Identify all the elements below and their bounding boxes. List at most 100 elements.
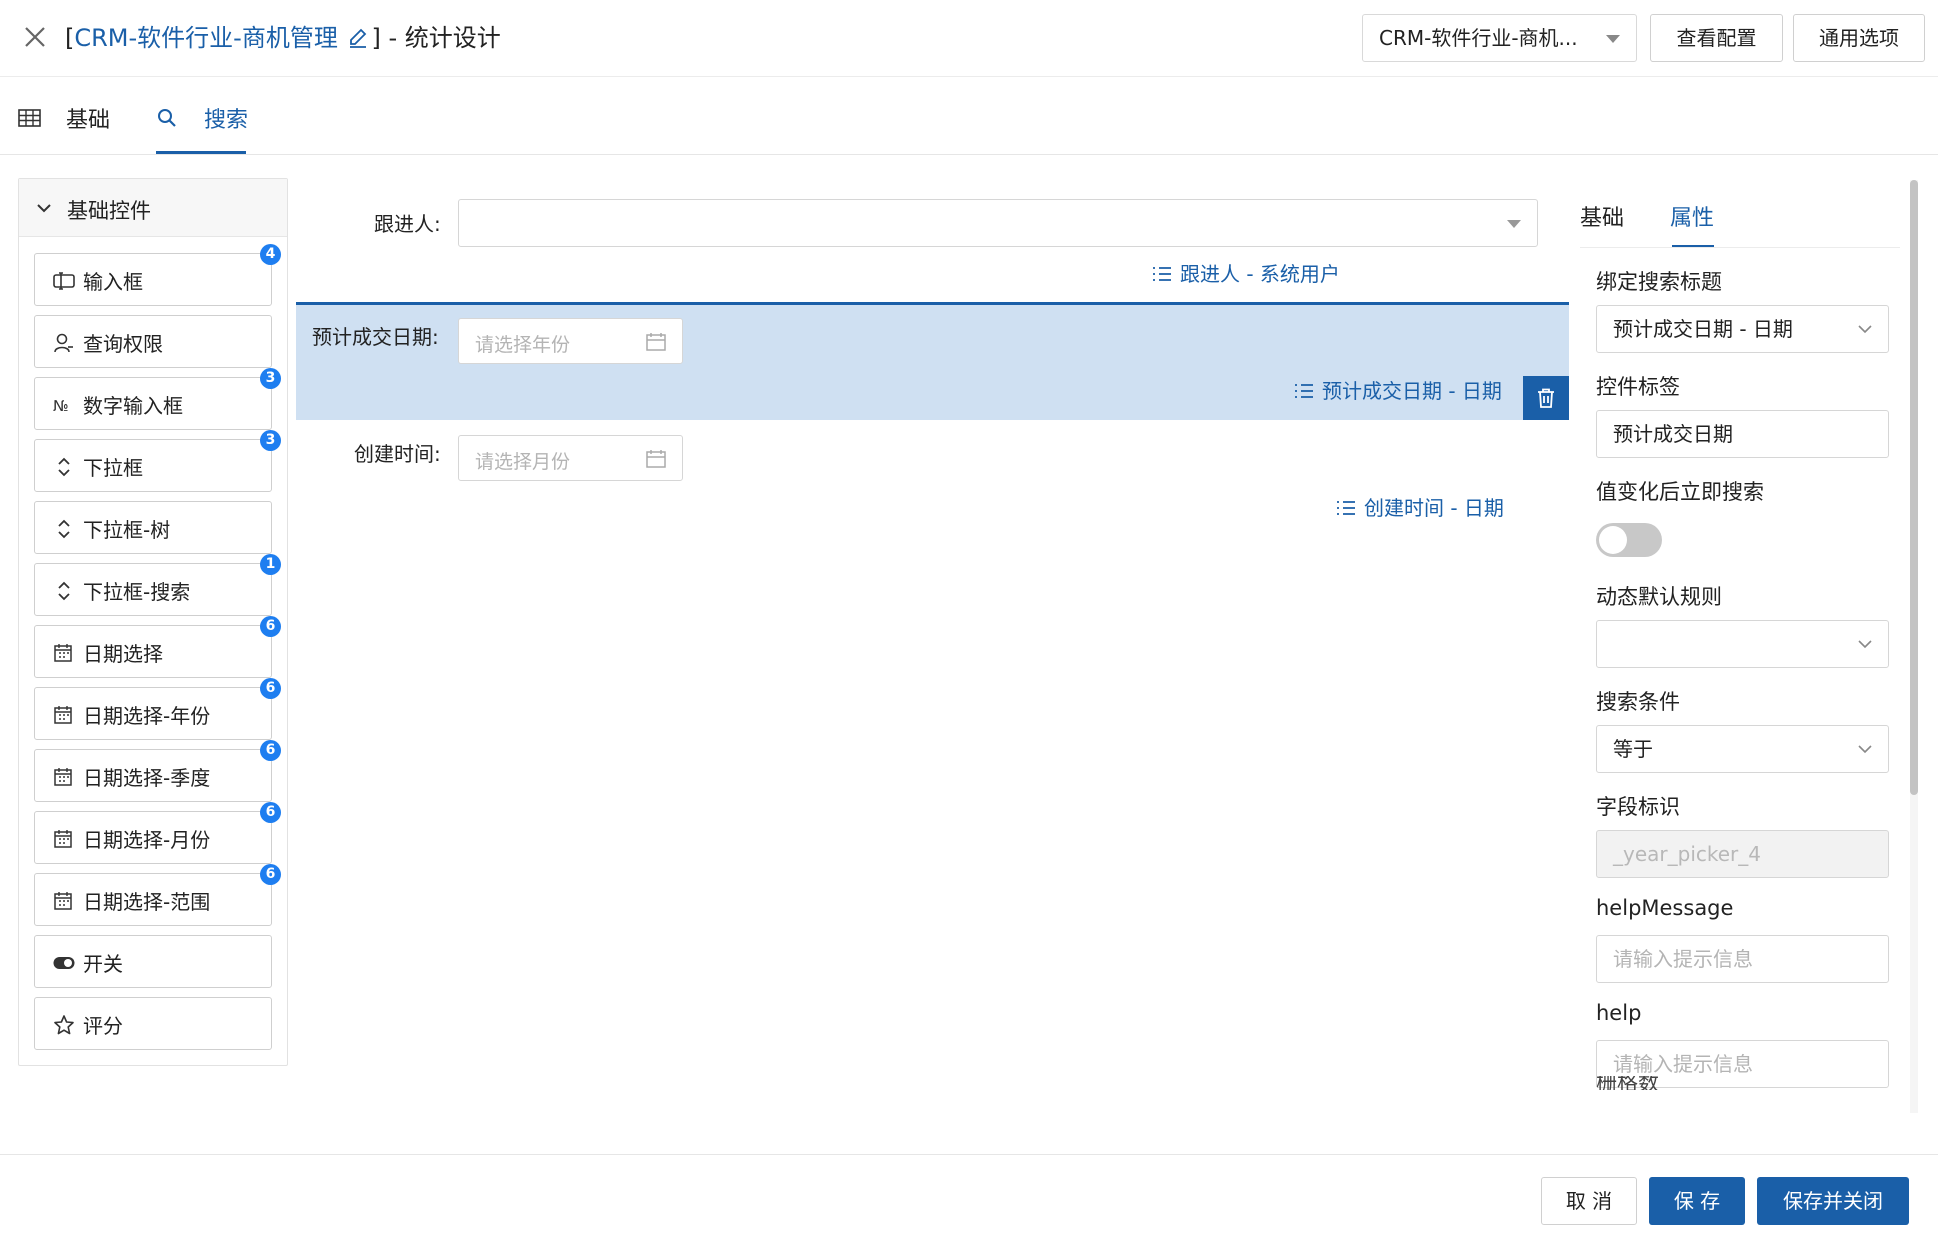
condition-select[interactable]: 等于	[1596, 725, 1889, 773]
control-item-label: 下拉框	[83, 456, 143, 480]
count-badge: 6	[260, 616, 281, 637]
count-badge: 4	[260, 244, 281, 265]
divider	[1580, 247, 1900, 248]
dynamic-default-select[interactable]	[1596, 620, 1889, 668]
instant-search-toggle[interactable]	[1596, 523, 1662, 557]
count-badge: 6	[260, 740, 281, 761]
app-selector[interactable]: CRM-软件行业-商机...	[1362, 14, 1637, 62]
help-placeholder: 请输入提示信息	[1613, 1052, 1753, 1076]
calendar-icon	[54, 768, 72, 786]
save-button[interactable]: 保 存	[1649, 1177, 1745, 1225]
control-item-date-range[interactable]: 日期选择-范围 6	[34, 864, 281, 926]
deal-date-label: 预计成交日期:	[312, 325, 439, 349]
created-placeholder: 请选择月份	[475, 451, 571, 473]
follower-binding-text: 跟进人 - 系统用户	[1180, 262, 1340, 286]
count-badge: 6	[260, 802, 281, 823]
scrollbar-thumb[interactable]	[1910, 180, 1918, 795]
control-item-date-quarter[interactable]: 日期选择-季度 6	[34, 740, 281, 802]
list-icon	[1295, 384, 1313, 398]
help-label: help	[1596, 1001, 1642, 1025]
control-item-date[interactable]: 日期选择 6	[34, 616, 281, 678]
caret-down-icon	[1507, 220, 1521, 228]
search-icon	[158, 109, 176, 127]
control-label-label: 控件标签	[1596, 375, 1680, 399]
count-badge: 1	[260, 554, 281, 575]
search-form-canvas: 跟进人: 跟进人 - 系统用户 预计成交日期: 请选择年份 预计成交日期 - 日…	[296, 178, 1569, 1078]
calendar-icon	[54, 644, 72, 662]
bind-title-label: 绑定搜索标题	[1596, 270, 1722, 294]
condition-label: 搜索条件	[1596, 690, 1680, 714]
control-item-label: 开关	[83, 952, 123, 976]
number-icon: №	[53, 397, 69, 415]
field-id-input: _year_picker_4	[1596, 830, 1889, 878]
control-item-permission[interactable]: 查询权限	[34, 315, 272, 368]
title-suffix: ] - 统计设计	[371, 24, 501, 52]
control-label-value: 预计成交日期	[1613, 422, 1733, 446]
help-message-input[interactable]: 请输入提示信息	[1596, 935, 1889, 983]
condition-value: 等于	[1613, 737, 1653, 761]
updown-icon	[58, 457, 70, 477]
dialog-header: [CRM-软件行业-商机管理 ] - 统计设计 CRM-软件行业-商机... 查…	[0, 0, 1938, 77]
save-and-close-button[interactable]: 保存并关闭	[1757, 1177, 1909, 1225]
follower-label: 跟进人:	[374, 212, 441, 236]
control-item-date-month[interactable]: 日期选择-月份 6	[34, 802, 281, 864]
created-label: 创建时间:	[354, 442, 441, 466]
created-date-picker[interactable]: 请选择月份	[458, 435, 683, 481]
control-item-label: 下拉框-搜索	[83, 580, 191, 604]
controls-panel: 基础控件 输入框 4 查询权限 № 数字输入框 3 下拉框 3 下拉框-树 下拉…	[18, 178, 288, 1066]
control-item-label: 日期选择-季度	[83, 766, 211, 790]
calendar-icon	[54, 830, 72, 848]
bind-title-select[interactable]: 预计成交日期 - 日期	[1596, 305, 1889, 353]
control-item-label: 数字输入框	[83, 394, 183, 418]
calendar-icon	[646, 333, 666, 351]
deal-date-placeholder: 请选择年份	[475, 334, 571, 356]
updown-icon	[58, 581, 70, 601]
controls-group-label: 基础控件	[67, 199, 151, 223]
properties-panel: 基础 属性 绑定搜索标题 预计成交日期 - 日期 控件标签 预计成交日期 值变化…	[1580, 178, 1920, 1115]
general-options-button[interactable]: 通用选项	[1793, 14, 1925, 62]
control-item-label: 日期选择-范围	[83, 890, 211, 914]
tab-prop-attributes[interactable]: 属性	[1670, 200, 1714, 232]
view-config-button[interactable]: 查看配置	[1650, 14, 1783, 62]
tab-basic[interactable]: 基础	[18, 78, 118, 155]
title-link[interactable]: CRM-软件行业-商机管理	[74, 24, 337, 52]
created-binding-link[interactable]: 创建时间 - 日期	[1336, 492, 1504, 521]
control-item-input[interactable]: 输入框 4	[34, 244, 281, 306]
count-badge: 3	[260, 430, 281, 451]
tab-search[interactable]: 搜索	[156, 78, 256, 155]
edit-icon[interactable]	[347, 27, 369, 49]
active-tab-indicator	[156, 151, 246, 154]
control-label-input[interactable]: 预计成交日期	[1596, 410, 1889, 458]
help-message-label: helpMessage	[1596, 896, 1734, 920]
properties-scrollbar[interactable]	[1910, 180, 1918, 1113]
control-item-select-search[interactable]: 下拉框-搜索 1	[34, 554, 281, 616]
control-item-label: 查询权限	[83, 332, 163, 356]
control-item-switch[interactable]: 开关	[34, 935, 272, 988]
control-item-select-tree[interactable]: 下拉框-树	[34, 501, 272, 554]
delete-item-button[interactable]	[1523, 376, 1569, 420]
controls-group-header[interactable]: 基础控件	[19, 179, 287, 237]
follower-binding-link[interactable]: 跟进人 - 系统用户	[1152, 258, 1340, 287]
chevron-down-icon	[1858, 745, 1872, 754]
chevron-down-icon	[37, 204, 51, 213]
app-selector-value: CRM-软件行业-商机...	[1379, 26, 1578, 50]
control-item-number[interactable]: № 数字输入框 3	[34, 368, 281, 430]
star-icon	[54, 1015, 74, 1035]
deal-date-binding-text: 预计成交日期 - 日期	[1322, 379, 1502, 403]
deal-date-binding-link[interactable]: 预计成交日期 - 日期	[1294, 375, 1502, 404]
close-icon[interactable]	[22, 24, 48, 50]
control-item-rating[interactable]: 评分	[34, 997, 272, 1050]
deal-date-picker[interactable]: 请选择年份	[458, 318, 683, 364]
bind-title-value: 预计成交日期 - 日期	[1613, 317, 1793, 341]
follower-select[interactable]	[458, 199, 1538, 247]
tab-prop-basic[interactable]: 基础	[1580, 200, 1624, 232]
control-item-select[interactable]: 下拉框 3	[34, 430, 281, 492]
count-badge: 6	[260, 864, 281, 885]
instant-search-label: 值变化后立即搜索	[1596, 480, 1764, 504]
control-item-date-year[interactable]: 日期选择-年份 6	[34, 678, 281, 740]
title-bracket: [	[65, 24, 75, 52]
switch-icon	[53, 957, 75, 969]
cancel-button[interactable]: 取 消	[1541, 1177, 1637, 1225]
toggle-knob	[1599, 526, 1627, 554]
count-badge: 6	[260, 678, 281, 699]
